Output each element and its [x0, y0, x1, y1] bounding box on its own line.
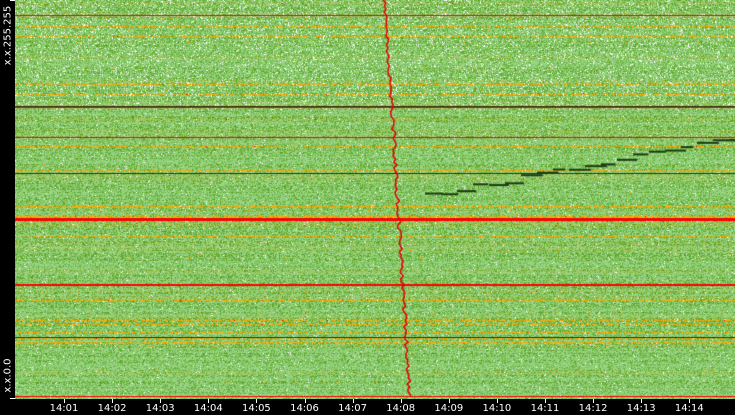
x-tick-label: 14:14 [674, 403, 704, 414]
x-tick-label: 14:12 [578, 403, 608, 414]
x-tick-label: 14:07 [338, 403, 368, 414]
y-tick-label-bottom: x.x.0.0 [2, 358, 14, 393]
x-tick-label: 14:04 [193, 403, 223, 414]
x-tick-label: 14:01 [49, 403, 79, 414]
heatmap-canvas [15, 0, 735, 399]
x-tick-label: 14:13 [626, 403, 656, 414]
x-tick-label: 14:08 [386, 403, 416, 414]
x-axis: 14:01 14:02 14:03 14:04 14:05 14:06 14:07 14:08… [0, 399, 735, 415]
y-axis: x.x.255.255 x.x.0.0 [0, 0, 15, 399]
x-tick-label: 14:10 [482, 403, 512, 414]
x-tick-label: 14:06 [290, 403, 319, 414]
x-tick-label: 14:05 [241, 403, 271, 414]
x-tick-label: 14:09 [434, 403, 464, 414]
x-tick-label: 14:02 [97, 403, 127, 414]
y-tick-label-top: x.x.255.255 [2, 5, 14, 66]
x-tick-label: 14:03 [145, 403, 175, 414]
x-tick-label: 14:11 [530, 403, 560, 414]
